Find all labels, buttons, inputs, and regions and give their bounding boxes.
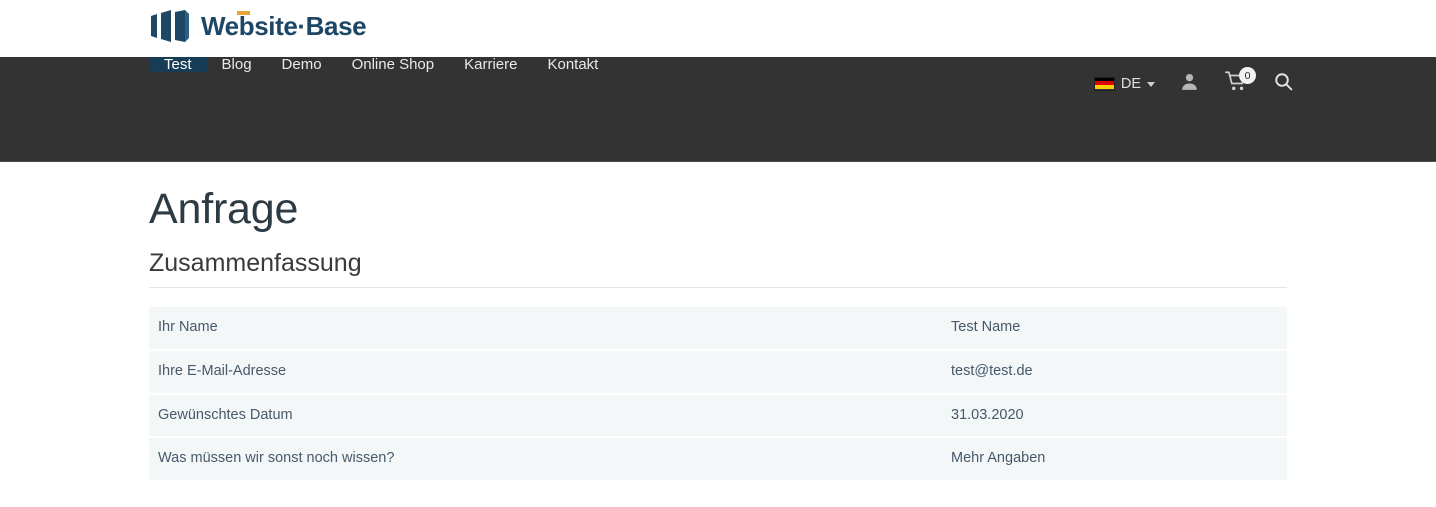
- book-pages-logo-icon: [149, 9, 191, 48]
- brand-logo-link[interactable]: Website·Base: [149, 8, 373, 48]
- brand-wordmark: Website·Base: [201, 10, 373, 46]
- chevron-down-icon: [1147, 82, 1155, 87]
- account-button[interactable]: [1167, 57, 1212, 110]
- site-header: Website·Base: [0, 0, 1436, 57]
- nav-item-test[interactable]: Test: [149, 57, 207, 72]
- nav-item-online-shop[interactable]: Online Shop: [337, 57, 450, 72]
- svg-text:Website·Base: Website·Base: [201, 11, 366, 41]
- nav-utility-group: DE 0: [1082, 57, 1306, 110]
- search-button[interactable]: [1261, 57, 1306, 110]
- german-flag-icon: [1093, 76, 1115, 91]
- section-subtitle: Zusammenfassung: [149, 248, 1287, 289]
- secondary-nav-strip: [0, 110, 1436, 162]
- nav-item-kontakt[interactable]: Kontakt: [532, 57, 613, 72]
- table-row: Gewünschtes Datum 31.03.2020: [149, 393, 1287, 439]
- cart-button[interactable]: 0: [1212, 57, 1261, 110]
- summary-value: test@test.de: [942, 350, 1287, 395]
- summary-label: Ihr Name: [149, 307, 942, 351]
- summary-label: Gewünschtes Datum: [149, 393, 942, 439]
- language-code-label: DE: [1120, 75, 1141, 92]
- user-icon: [1179, 71, 1200, 97]
- search-icon: [1273, 71, 1294, 97]
- nav-item-demo[interactable]: Demo: [267, 57, 337, 72]
- summary-table: Ihr Name Test Name Ihre E-Mail-Adresse t…: [149, 307, 1287, 482]
- page-title: Anfrage: [149, 185, 299, 233]
- summary-value: 31.03.2020: [942, 393, 1287, 439]
- summary-value: Mehr Angaben: [942, 437, 1287, 482]
- table-row: Ihr Name Test Name: [149, 307, 1287, 351]
- summary-label: Ihre E-Mail-Adresse: [149, 350, 942, 395]
- nav-item-karriere[interactable]: Karriere: [449, 57, 532, 72]
- table-row: Ihre E-Mail-Adresse test@test.de: [149, 350, 1287, 395]
- summary-label: Was müssen wir sonst noch wissen?: [149, 437, 942, 482]
- nav-list: Test Blog Demo Online Shop Karriere Kont…: [149, 57, 613, 110]
- nav-item-blog[interactable]: Blog: [207, 57, 267, 72]
- table-row: Was müssen wir sonst noch wissen? Mehr A…: [149, 437, 1287, 482]
- summary-value: Test Name: [942, 307, 1287, 351]
- main-navigation: Test Blog Demo Online Shop Karriere Kont…: [0, 57, 1436, 110]
- page-content: Anfrage Zusammenfassung Ihr Name Test Na…: [0, 185, 1436, 507]
- language-switcher[interactable]: DE: [1082, 57, 1167, 110]
- cart-count-badge: 0: [1239, 67, 1256, 84]
